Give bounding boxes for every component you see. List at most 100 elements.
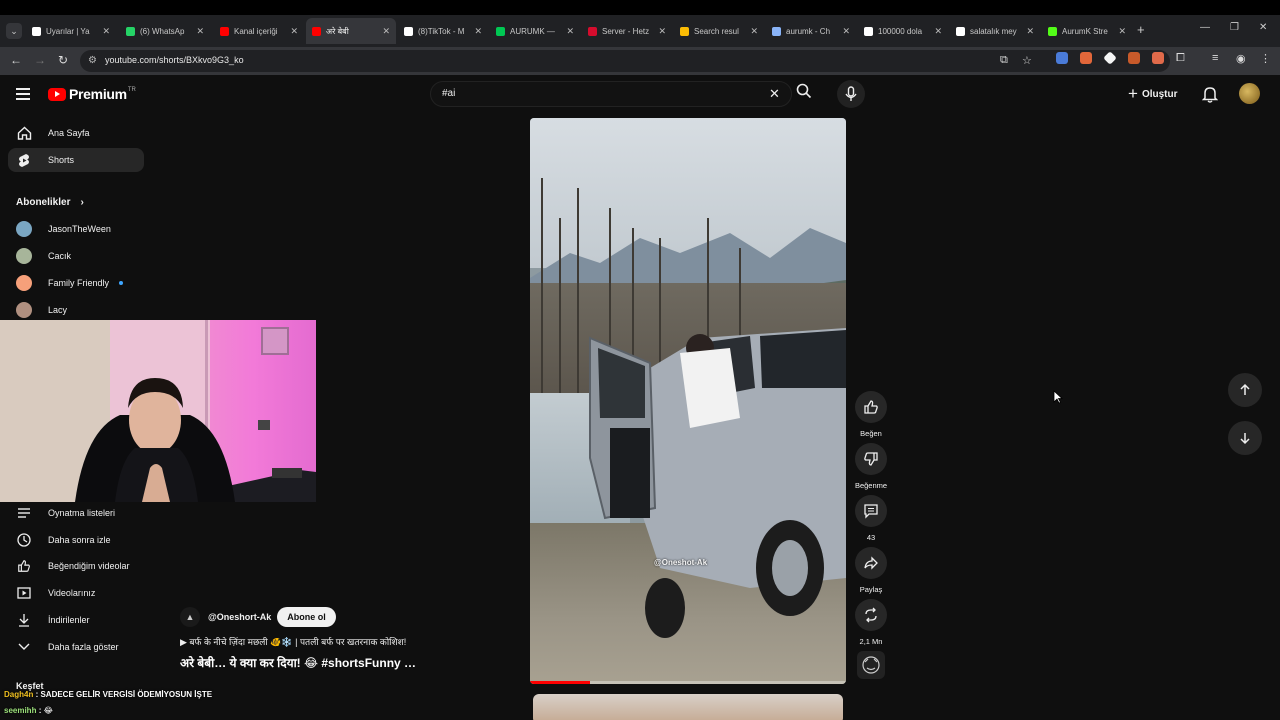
browser-tab[interactable]: Kanal içeriği ✕ — [214, 21, 304, 41]
browser-tab[interactable]: 100000 dola ✕ — [858, 21, 948, 41]
sidebar-library-item[interactable]: Beğendiğim videolar — [8, 554, 144, 578]
clear-search-icon[interactable]: ✕ — [769, 86, 780, 102]
menu-kebab-icon[interactable]: ⋮ — [1260, 52, 1271, 65]
guide-menu-button[interactable] — [16, 88, 30, 100]
notifications-button[interactable] — [1201, 85, 1219, 108]
clock-icon — [16, 533, 32, 547]
close-window-button[interactable]: ✕ — [1259, 22, 1267, 33]
tab-title: Server - Hetz — [602, 26, 650, 36]
share-icon — [855, 547, 887, 579]
browser-tab[interactable]: अरे बेबी ✕ — [306, 18, 396, 44]
sidebar-library-item[interactable]: Oynatma listeleri — [8, 501, 144, 525]
sidebar-library-item[interactable]: Daha fazla göster — [8, 635, 144, 659]
browser-tab[interactable]: salatalık mey ✕ — [950, 21, 1040, 41]
dislike-button[interactable]: Beğenme — [852, 443, 890, 490]
tab-favicon-icon — [312, 26, 321, 36]
extension-icon[interactable] — [1128, 52, 1140, 64]
tab-close-icon[interactable]: ✕ — [474, 26, 482, 37]
install-app-icon[interactable]: ⧉ — [1000, 54, 1008, 67]
video-progress-bar[interactable] — [530, 681, 846, 684]
reload-button[interactable]: ↻ — [58, 53, 68, 67]
extension-icon[interactable] — [1152, 52, 1164, 64]
tab-close-icon[interactable]: ✕ — [750, 26, 758, 37]
subscribe-button[interactable]: Abone ol — [277, 607, 336, 627]
tab-close-icon[interactable]: ✕ — [102, 26, 110, 37]
profile-icon[interactable]: ◉ — [1236, 52, 1246, 65]
chevron-right-icon: › — [80, 197, 84, 208]
subscription-item[interactable]: JasonTheWeen — [8, 217, 144, 241]
previous-short-button[interactable] — [1228, 373, 1262, 407]
chat-username: Dagh4n — [4, 690, 34, 699]
tab-favicon-icon — [496, 26, 505, 36]
tab-close-icon[interactable]: ✕ — [658, 26, 666, 37]
browser-tab[interactable]: Server - Hetz ✕ — [582, 21, 672, 41]
browser-tab[interactable]: (6) WhatsAp ✕ — [120, 21, 210, 41]
playlist-icon — [16, 507, 32, 519]
omnibox[interactable]: ⚙ youtube.com/shorts/BXkvo9G3_ko ⧉ ☆ — [80, 50, 1170, 72]
account-avatar[interactable] — [1239, 83, 1260, 104]
comments-button[interactable]: 43 — [852, 495, 890, 542]
tab-close-icon[interactable]: ✕ — [1118, 26, 1126, 37]
next-short-preview[interactable] — [533, 694, 843, 720]
create-button[interactable]: + Oluştur — [1128, 83, 1178, 105]
sound-button[interactable] — [852, 651, 890, 679]
tab-close-icon[interactable]: ✕ — [382, 26, 390, 37]
sidebar-item-shorts[interactable]: Shorts — [8, 148, 144, 172]
music-note-icon: ▶ — [180, 637, 190, 647]
channel-avatar[interactable]: ▲ — [180, 607, 200, 627]
restore-button[interactable]: ❐ — [1230, 22, 1239, 33]
tab-close-icon[interactable]: ✕ — [842, 26, 850, 37]
url-text[interactable]: youtube.com/shorts/BXkvo9G3_ko — [105, 55, 244, 65]
back-button[interactable]: ← — [10, 53, 22, 67]
subscription-item[interactable]: Cacık — [8, 244, 144, 268]
browser-tab[interactable]: AURUMK — ✕ — [490, 21, 580, 41]
extensions-puzzle-icon[interactable]: ⧠ — [1176, 52, 1185, 65]
sidebar-item-home[interactable]: Ana Sayfa — [8, 121, 144, 145]
tab-search-button[interactable]: ⌄ — [6, 23, 22, 39]
browser-tab[interactable]: Search resul ✕ — [674, 21, 764, 41]
channel-avatar — [16, 302, 32, 318]
media-control-icon[interactable]: ≡ — [1212, 52, 1218, 64]
country-code: TR — [127, 87, 136, 93]
sidebar-item-label: Shorts — [48, 155, 75, 165]
short-title[interactable]: अरे बेबी… ये क्या कर दिया! 😂 #shortsFunn… — [180, 654, 460, 671]
channel-name[interactable]: @Oneshort-Ak — [208, 612, 271, 622]
subscription-item[interactable]: Lacy — [8, 298, 144, 322]
browser-tab[interactable]: (8)TikTok - M ✕ — [398, 21, 488, 41]
sidebar-library-item[interactable]: Videolarınız — [8, 581, 144, 605]
sidebar-library-item[interactable]: Daha sonra izle — [8, 528, 144, 552]
next-short-button[interactable] — [1228, 421, 1262, 455]
new-tab-button[interactable]: + — [1137, 22, 1145, 37]
browser-tab[interactable]: Uyarılar | Ya ✕ — [26, 21, 116, 41]
webcam-scene — [0, 320, 316, 502]
short-video-player[interactable]: @Oneshot-Ak — [530, 118, 846, 684]
like-button[interactable]: Beğen — [852, 391, 890, 438]
sound-row[interactable]: ▶ बर्फ के नीचे ज़िंदा मछली 🐠❄️ | पतली बर… — [180, 635, 450, 648]
browser-tab[interactable]: aurumk - Ch ✕ — [766, 21, 856, 41]
browser-tab[interactable]: AurumK Stre ✕ — [1042, 21, 1132, 41]
bookmark-star-icon[interactable]: ☆ — [1022, 54, 1032, 67]
tab-title: Search resul — [694, 26, 739, 36]
site-info-icon[interactable]: ⚙ — [88, 55, 97, 66]
share-button[interactable]: Paylaş — [852, 547, 890, 594]
search-box[interactable]: #ai ✕ — [430, 81, 792, 107]
tab-close-icon[interactable]: ✕ — [196, 26, 204, 37]
sidebar-library-item[interactable]: İndirilenler — [8, 608, 144, 632]
search-button[interactable] — [796, 83, 812, 104]
subscription-item[interactable]: Family Friendly — [8, 271, 144, 295]
extension-icon[interactable] — [1080, 52, 1092, 64]
arrow-down-icon — [1240, 433, 1250, 445]
tab-close-icon[interactable]: ✕ — [934, 26, 942, 37]
extension-icon[interactable] — [1056, 52, 1068, 64]
minimize-button[interactable]: — — [1200, 22, 1210, 33]
search-input[interactable]: #ai — [442, 88, 455, 99]
tab-close-icon[interactable]: ✕ — [290, 26, 298, 37]
remix-button[interactable]: 2,1 Mn — [852, 599, 890, 646]
voice-search-button[interactable] — [837, 80, 865, 108]
youtube-logo[interactable]: Premium TR — [48, 86, 136, 102]
forward-button[interactable]: → — [34, 53, 46, 67]
video-watermark: @Oneshot-Ak — [654, 558, 708, 567]
tab-close-icon[interactable]: ✕ — [1026, 26, 1034, 37]
tab-close-icon[interactable]: ✕ — [566, 26, 574, 37]
subscriptions-heading[interactable]: Abonelikler › — [16, 197, 84, 208]
